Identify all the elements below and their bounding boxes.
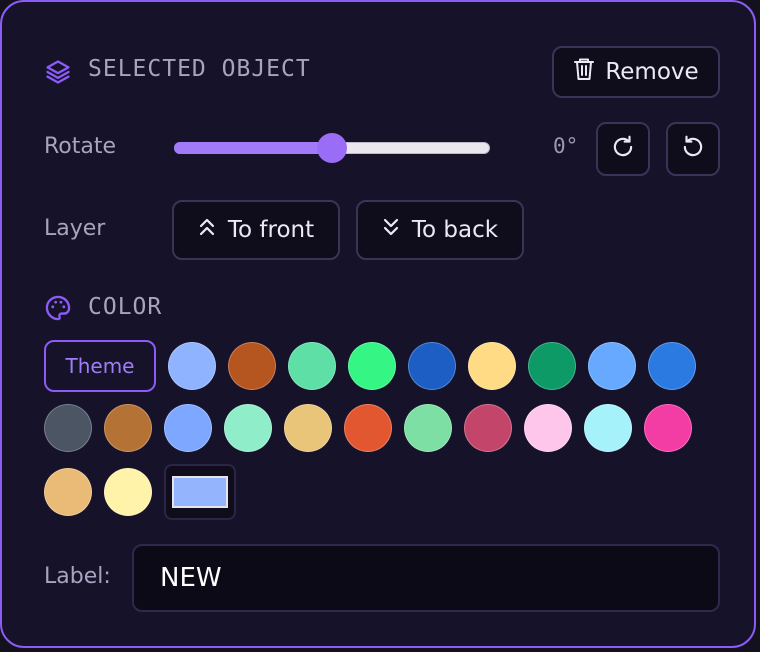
to-front-label: To front (227, 217, 315, 243)
color-swatch[interactable] (528, 342, 576, 390)
to-front-button[interactable]: To front (172, 200, 340, 260)
rotate-counterclockwise-button[interactable] (666, 122, 720, 176)
color-swatch[interactable] (228, 342, 276, 390)
theme-color-button[interactable]: Theme (44, 340, 156, 392)
color-swatch[interactable] (584, 404, 632, 452)
trash-icon (573, 57, 595, 87)
theme-label: Theme (65, 354, 135, 378)
to-back-label: To back (411, 217, 499, 243)
to-back-button[interactable]: To back (356, 200, 524, 260)
selected-object-panel: SELECTED OBJECT Remove Rotate 0° Layer T… (0, 0, 756, 648)
chevrons-up-icon (198, 217, 216, 243)
rotate-clockwise-button[interactable] (596, 122, 650, 176)
rotate-cw-icon (610, 134, 636, 164)
color-swatch[interactable] (168, 342, 216, 390)
chevrons-down-icon (382, 217, 400, 243)
color-swatch[interactable] (348, 342, 396, 390)
layer-label: Layer (44, 216, 106, 241)
color-swatch[interactable] (44, 404, 92, 452)
rotate-ccw-icon (680, 134, 706, 164)
label-field-label: Label: (44, 564, 111, 589)
color-swatch[interactable] (284, 404, 332, 452)
custom-color-preview (172, 476, 228, 508)
rotation-value: 0° (553, 134, 579, 158)
remove-button-label: Remove (605, 59, 699, 85)
color-swatch[interactable] (408, 342, 456, 390)
color-swatch[interactable] (644, 404, 692, 452)
section-title: SELECTED OBJECT (88, 56, 311, 82)
custom-color-picker[interactable] (164, 464, 236, 520)
rotate-slider-fill (174, 142, 332, 154)
color-swatch[interactable] (588, 342, 636, 390)
color-swatch[interactable] (224, 404, 272, 452)
color-swatch[interactable] (344, 404, 392, 452)
color-swatch[interactable] (288, 342, 336, 390)
layers-icon (44, 58, 72, 86)
color-swatch[interactable] (164, 404, 212, 452)
color-swatch[interactable] (648, 342, 696, 390)
color-swatch[interactable] (468, 342, 516, 390)
color-swatch[interactable] (404, 404, 452, 452)
color-swatch[interactable] (44, 468, 92, 516)
color-section-title: COLOR (88, 294, 163, 320)
remove-button[interactable]: Remove (552, 46, 720, 98)
palette-icon (44, 294, 72, 322)
rotate-slider-thumb[interactable] (317, 133, 347, 163)
label-input[interactable] (132, 544, 720, 612)
rotate-label: Rotate (44, 134, 117, 159)
color-swatch[interactable] (464, 404, 512, 452)
color-swatch[interactable] (524, 404, 572, 452)
color-swatch[interactable] (104, 404, 152, 452)
color-swatch[interactable] (104, 468, 152, 516)
